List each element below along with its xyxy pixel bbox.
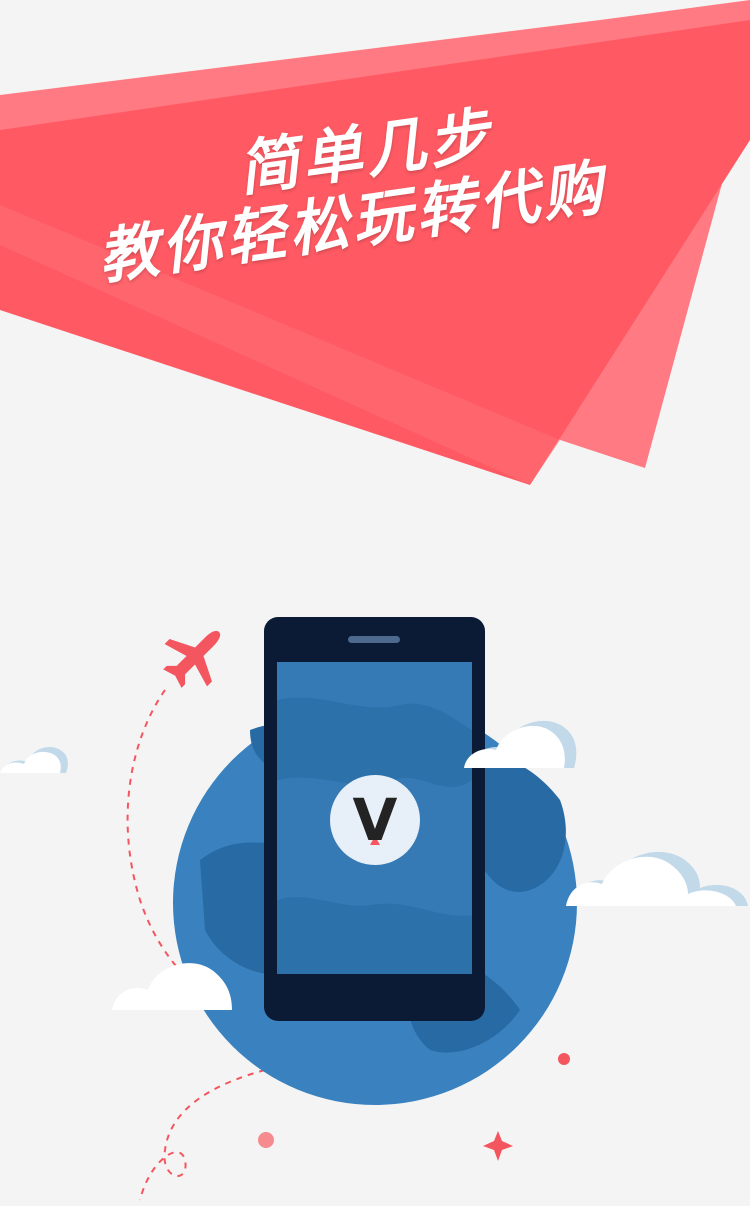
logo-letter: V (352, 786, 398, 854)
airplane-icon (163, 630, 221, 688)
illustration (0, 617, 748, 1201)
cloud-icon (0, 747, 68, 773)
header-banner (0, 0, 750, 485)
cloud-icon (566, 851, 748, 906)
decoration-dot (558, 1053, 570, 1065)
sparkle-icon (483, 1131, 513, 1161)
flight-path-lower (139, 1069, 266, 1201)
decoration-dot (258, 1132, 274, 1148)
